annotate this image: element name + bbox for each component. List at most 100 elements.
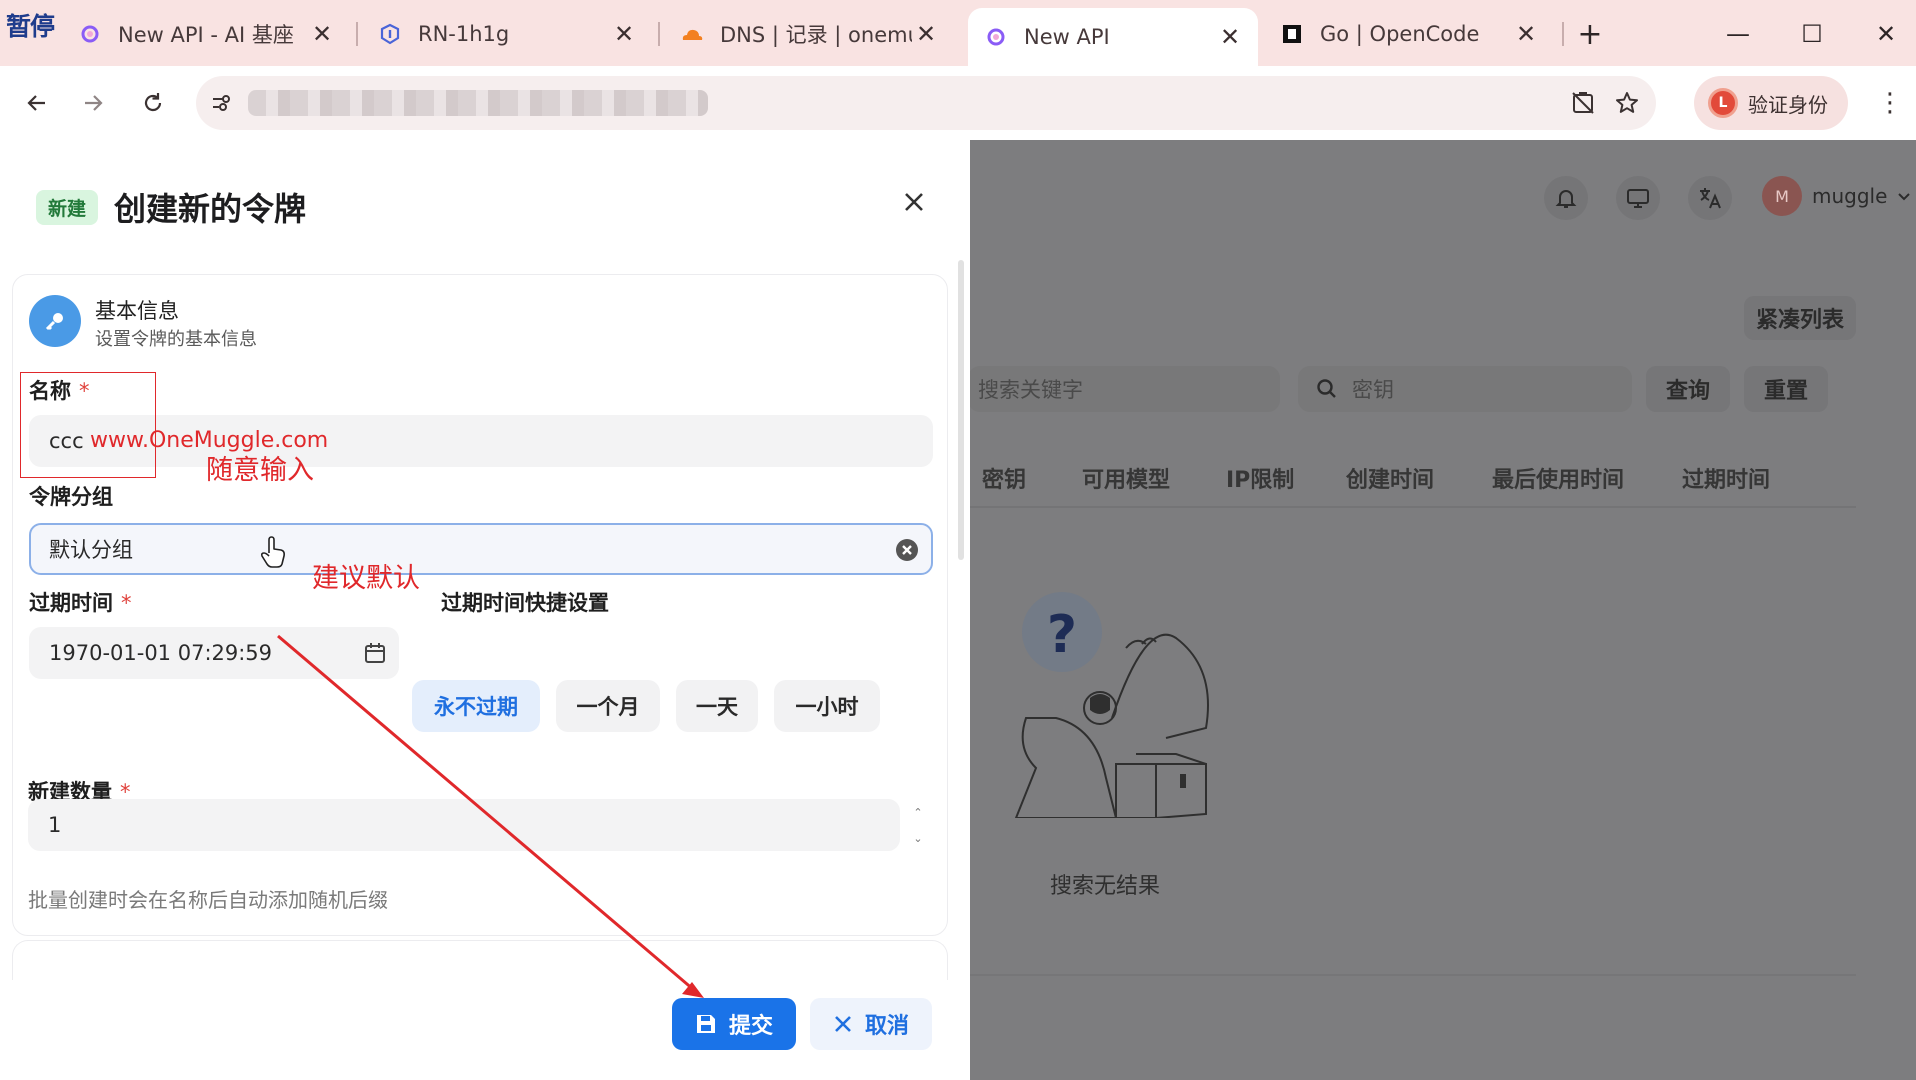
table-divider <box>970 506 1856 508</box>
column-header[interactable]: 最后使用时间 <box>1492 462 1624 494</box>
expire-time-label: 过期时间 * <box>29 591 132 615</box>
column-header[interactable]: 密钥 <box>982 462 1026 494</box>
token-group-label: 令牌分组 <box>29 485 113 509</box>
column-header[interactable]: 过期时间 <box>1682 462 1770 494</box>
window-close-button[interactable]: ✕ <box>1858 12 1914 56</box>
pause-overlay-label: 暂停 <box>6 12 55 41</box>
token-group-value: 默认分组 <box>49 538 133 562</box>
monitor-icon[interactable] <box>1616 176 1660 220</box>
user-menu[interactable]: M muggle <box>1762 176 1913 216</box>
chevron-down-icon <box>1898 193 1911 201</box>
batch-hint-text: 批量创建时会在名称后自动添加随机后缀 <box>28 888 388 912</box>
token-group-select[interactable]: 默认分组 <box>29 523 933 575</box>
tab-new-api-active[interactable]: New API ✕ <box>968 8 1258 66</box>
tab-title: New API <box>1024 25 1110 49</box>
arrow-right-icon <box>85 95 103 111</box>
section-title: 基本信息 <box>95 299 179 323</box>
reload-icon <box>144 93 162 112</box>
browser-toolbar: L 验证身份 ⋮ <box>0 66 1916 140</box>
reset-button[interactable]: 重置 <box>1744 366 1828 412</box>
verify-identity-label: 验证身份 <box>1748 92 1828 117</box>
arrow-left-icon <box>27 95 45 111</box>
user-name: muggle <box>1812 184 1888 208</box>
one-hour-button[interactable]: 一小时 <box>774 680 880 732</box>
empty-result-text: 搜索无结果 <box>1050 874 1161 899</box>
submit-button[interactable]: 提交 <box>672 998 796 1050</box>
minimize-button[interactable]: — <box>1710 12 1766 56</box>
tab-dns-records[interactable]: DNS | 记录 | onemuggle ✕ <box>664 10 954 58</box>
expire-time-value: 1970-01-01 07:29:59 <box>49 641 273 665</box>
opencode-favicon-icon <box>1280 22 1304 46</box>
status-badge: 新建 <box>36 190 99 225</box>
tab-title: RN-1h1g <box>418 22 510 46</box>
bookmark-star-icon[interactable] <box>1610 86 1644 120</box>
back-button[interactable] <box>14 80 60 126</box>
new-tab-button[interactable]: + <box>1562 12 1618 56</box>
tab-separator <box>356 22 358 46</box>
column-header[interactable]: 创建时间 <box>1346 462 1434 494</box>
search-keyword-input[interactable]: 搜索关键字 <box>970 366 1280 412</box>
tab-close-icon[interactable]: ✕ <box>1216 23 1244 51</box>
address-bar[interactable] <box>196 76 1656 130</box>
expire-time-input[interactable]: 1970-01-01 07:29:59 <box>29 627 399 679</box>
never-expire-button[interactable]: 永不过期 <box>412 680 540 732</box>
key-icon <box>29 295 81 347</box>
annotation-group-note: 建议默认 <box>312 563 420 594</box>
browser-menu-button[interactable]: ⋮ <box>1870 80 1910 126</box>
one-month-button[interactable]: 一个月 <box>556 680 660 732</box>
sheet-title: 创建新的令牌 <box>114 190 307 228</box>
tab-close-icon[interactable]: ✕ <box>308 20 336 48</box>
search-icon <box>1317 379 1336 398</box>
tab-new-api-ai[interactable]: New API - AI 基座 ✕ <box>62 10 350 58</box>
annotation-highlight-box <box>20 372 156 478</box>
create-count-input[interactable]: 1 <box>28 799 900 851</box>
section-subtitle: 设置令牌的基本信息 <box>95 329 257 350</box>
app-background: M muggle 紧凑列表 搜索关键字 密钥 查询 重置 密钥 可用模型 IP限… <box>970 140 1916 1080</box>
quantity-stepper[interactable]: ⌃ ⌄ <box>906 799 930 851</box>
tab-title: Go | OpenCode <box>1320 22 1480 46</box>
tab-title: New API - AI 基座 <box>118 23 294 47</box>
blurred-url <box>248 90 708 116</box>
column-header[interactable]: 可用模型 <box>1082 462 1170 494</box>
tab-close-icon[interactable]: ✕ <box>1512 20 1540 48</box>
chevron-up-icon[interactable]: ⌃ <box>913 806 922 819</box>
chevron-down-icon[interactable]: ⌄ <box>913 832 922 845</box>
close-icon[interactable] <box>896 184 932 220</box>
svg-text:?: ? <box>1047 605 1077 665</box>
site-settings-icon[interactable] <box>204 86 238 120</box>
empty-illustration: ? <box>1014 592 1209 818</box>
translate-icon[interactable] <box>1688 176 1732 220</box>
calendar-icon[interactable] <box>363 641 387 665</box>
reload-button[interactable] <box>130 80 176 126</box>
cloudflare-favicon-icon <box>680 22 704 46</box>
new-api-favicon-icon <box>78 22 102 46</box>
tab-close-icon[interactable]: ✕ <box>610 20 638 48</box>
forward-button[interactable] <box>70 80 116 126</box>
scrollbar[interactable] <box>958 260 964 560</box>
next-section-card <box>12 940 948 980</box>
tab-go-opencode[interactable]: Go | OpenCode ✕ <box>1264 10 1554 58</box>
query-button[interactable]: 查询 <box>1646 366 1730 412</box>
maximize-button[interactable]: ☐ <box>1784 12 1840 56</box>
close-icon <box>835 1016 851 1032</box>
profile-avatar: L <box>1708 88 1738 118</box>
bell-icon[interactable] <box>1544 176 1588 220</box>
tab-rn-1h1g[interactable]: RN-1h1g ✕ <box>362 10 652 58</box>
table-footer-divider <box>970 974 1856 976</box>
tab-title: DNS | 记录 | onemuggle <box>720 23 912 47</box>
tab-close-icon[interactable]: ✕ <box>912 20 940 48</box>
one-day-button[interactable]: 一天 <box>676 680 758 732</box>
cancel-button[interactable]: 取消 <box>810 998 932 1050</box>
column-header[interactable]: IP限制 <box>1226 462 1294 494</box>
clear-icon[interactable] <box>895 538 919 562</box>
tab-separator <box>658 22 660 46</box>
shield-favicon-icon <box>378 22 402 46</box>
new-api-favicon-icon <box>984 25 1008 49</box>
compact-list-button[interactable]: 紧凑列表 <box>1744 296 1856 340</box>
search-key-input[interactable]: 密钥 <box>1298 366 1632 412</box>
verify-identity-button[interactable]: L 验证身份 <box>1694 76 1848 130</box>
install-app-icon[interactable] <box>1566 86 1600 120</box>
annotation-name-note: 随意输入 <box>206 455 314 486</box>
save-icon <box>696 1015 715 1033</box>
browser-tabstrip: 暂停 New API - AI 基座 ✕ RN-1h1g ✕ DNS | 记录 … <box>0 0 1916 66</box>
